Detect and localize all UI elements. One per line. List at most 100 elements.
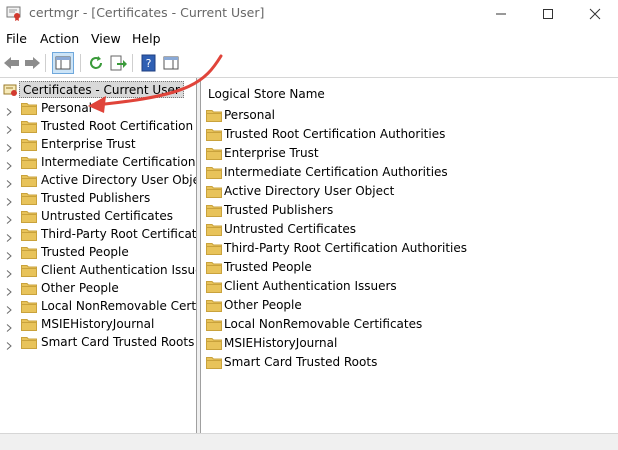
tree-item-label: Trusted Publishers: [41, 191, 151, 205]
list-item-label: Personal: [224, 108, 276, 122]
list-item-personal[interactable]: Personal: [201, 107, 618, 125]
list-item-trusted-root-certification-authorities[interactable]: Trusted Root Certification Authorities: [201, 126, 618, 144]
list-item-intermediate-certification-authorities[interactable]: Intermediate Certification Authorities: [201, 164, 618, 182]
list-item-label: Client Authentication Issuers: [224, 279, 397, 293]
minimize-button[interactable]: [478, 0, 524, 28]
folder-icon: [206, 185, 222, 198]
tree-item-untrusted-certificates[interactable]: Untrusted Certificates: [0, 208, 196, 226]
chevron-right-icon[interactable]: [6, 141, 12, 152]
tree-item-active-directory-user-object[interactable]: Active Directory User Object: [0, 172, 196, 190]
tree-item-third-party-root-certification[interactable]: Third-Party Root Certification: [0, 226, 196, 244]
folder-icon: [21, 120, 37, 133]
refresh-icon[interactable]: [86, 53, 106, 73]
list-item-msiehistoryjournal[interactable]: MSIEHistoryJournal: [201, 335, 618, 353]
tree-item-trusted-root-certification-au[interactable]: Trusted Root Certification Au: [0, 118, 196, 136]
folder-icon: [206, 204, 222, 217]
toolbar-separator: [132, 54, 133, 72]
details-pane[interactable]: Logical Store Name Personal Trusted Root …: [200, 78, 618, 433]
tree-item-label: Other People: [41, 281, 119, 295]
tree-item-intermediate-certification-au[interactable]: Intermediate Certification Au: [0, 154, 196, 172]
chevron-right-icon[interactable]: [6, 231, 12, 242]
status-bar: [0, 433, 618, 450]
chevron-right-icon[interactable]: [6, 267, 12, 278]
list-item-other-people[interactable]: Other People: [201, 297, 618, 315]
console-tree-pane[interactable]: Certificates - Current User Personal Trus…: [0, 78, 197, 433]
folder-icon: [21, 174, 37, 187]
folder-icon: [206, 356, 222, 369]
tree-item-other-people[interactable]: Other People: [0, 280, 196, 298]
close-button[interactable]: [572, 0, 618, 28]
certmgr-app-icon[interactable]: [6, 5, 22, 21]
tree-item-label: Client Authentication Issuers: [41, 263, 197, 277]
tree-item-enterprise-trust[interactable]: Enterprise Trust: [0, 136, 196, 154]
tree-item-trusted-people[interactable]: Trusted People: [0, 244, 196, 262]
tree-item-label: Trusted People: [41, 245, 129, 259]
tree-item-msiehistoryjournal[interactable]: MSIEHistoryJournal: [0, 316, 196, 334]
folder-icon: [206, 128, 222, 141]
list-item-local-nonremovable-certificates[interactable]: Local NonRemovable Certificates: [201, 316, 618, 334]
chevron-right-icon[interactable]: [6, 159, 12, 170]
forward-icon[interactable]: [22, 53, 42, 73]
toolbar: ?: [0, 50, 618, 78]
tree-item-label: Enterprise Trust: [41, 137, 136, 151]
folder-icon: [21, 228, 37, 241]
menu-help[interactable]: Help: [132, 31, 161, 46]
list-item-untrusted-certificates[interactable]: Untrusted Certificates: [201, 221, 618, 239]
list-item-label: Smart Card Trusted Roots: [224, 355, 378, 369]
menu-action[interactable]: Action: [40, 31, 79, 46]
back-icon[interactable]: [2, 53, 22, 73]
certificates-store-icon: [3, 82, 19, 98]
show-hide-console-tree-icon[interactable]: [52, 52, 74, 74]
chevron-right-icon[interactable]: [6, 249, 12, 260]
chevron-right-icon[interactable]: [6, 285, 12, 296]
tree-item-client-authentication-issuers[interactable]: Client Authentication Issuers: [0, 262, 196, 280]
chevron-right-icon[interactable]: [6, 303, 12, 314]
list-item-enterprise-trust[interactable]: Enterprise Trust: [201, 145, 618, 163]
tree-item-local-nonremovable-certific[interactable]: Local NonRemovable Certific: [0, 298, 196, 316]
list-item-trusted-publishers[interactable]: Trusted Publishers: [201, 202, 618, 220]
folder-icon: [206, 318, 222, 331]
folder-icon: [206, 242, 222, 255]
window-title: certmgr - [Certificates - Current User]: [29, 5, 265, 20]
menu-bar: File Action View Help: [0, 28, 618, 49]
folder-icon: [206, 147, 222, 160]
chevron-right-icon[interactable]: [6, 213, 12, 224]
tree-item-label: Local NonRemovable Certific: [41, 299, 197, 313]
chevron-right-icon[interactable]: [6, 177, 12, 188]
column-header-logical-store-name[interactable]: Logical Store Name: [208, 87, 325, 101]
list-item-label: Trusted People: [224, 260, 312, 274]
folder-icon: [21, 156, 37, 169]
list-item-trusted-people[interactable]: Trusted People: [201, 259, 618, 277]
folder-icon: [206, 223, 222, 236]
show-hide-action-pane-icon[interactable]: [161, 53, 181, 73]
chevron-right-icon[interactable]: [6, 123, 12, 134]
list-item-label: Enterprise Trust: [224, 146, 319, 160]
menu-view[interactable]: View: [91, 31, 121, 46]
list-item-label: Untrusted Certificates: [224, 222, 356, 236]
help-icon[interactable]: ?: [139, 53, 159, 73]
chevron-right-icon[interactable]: [6, 195, 12, 206]
export-list-icon[interactable]: [108, 53, 128, 73]
tree-item-label: Smart Card Trusted Roots: [41, 335, 195, 349]
menu-file[interactable]: File: [6, 31, 27, 46]
folder-icon: [21, 336, 37, 349]
tree-item-personal[interactable]: Personal: [0, 100, 196, 118]
tree-item-label: Third-Party Root Certification: [41, 227, 197, 241]
tree-item-trusted-publishers[interactable]: Trusted Publishers: [0, 190, 196, 208]
chevron-right-icon[interactable]: [6, 339, 12, 350]
tree-root[interactable]: Certificates - Current User: [0, 81, 196, 99]
folder-icon: [21, 246, 37, 259]
list-item-active-directory-user-object[interactable]: Active Directory User Object: [201, 183, 618, 201]
list-item-third-party-root-certification-authorities[interactable]: Third-Party Root Certification Authoriti…: [201, 240, 618, 258]
chevron-right-icon[interactable]: [6, 105, 12, 116]
svg-text:?: ?: [146, 57, 152, 70]
folder-icon: [21, 264, 37, 277]
folder-icon: [21, 192, 37, 205]
list-item-smart-card-trusted-roots[interactable]: Smart Card Trusted Roots: [201, 354, 618, 372]
chevron-right-icon[interactable]: [6, 321, 12, 332]
list-item-client-authentication-issuers[interactable]: Client Authentication Issuers: [201, 278, 618, 296]
tree-item-smart-card-trusted-roots[interactable]: Smart Card Trusted Roots: [0, 334, 196, 352]
folder-icon: [21, 318, 37, 331]
maximize-button[interactable]: [525, 0, 571, 28]
folder-icon: [21, 300, 37, 313]
